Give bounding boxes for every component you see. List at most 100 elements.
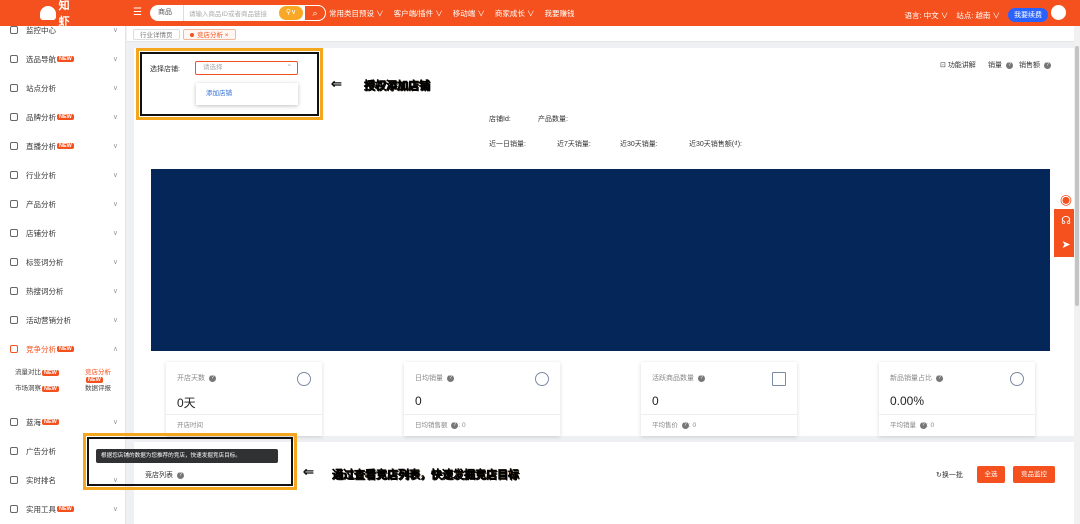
stat-card: 日均销量 ? 0 日均销售额 ?: 0 (404, 362, 560, 436)
stat-card: 新品销量占比 ? 0.00% 平均销量 ?: 0 (879, 362, 1035, 436)
tool-feature-guide[interactable]: ⊡ 功能讲解 (940, 60, 976, 70)
chevron-down-icon: ∨ (112, 230, 118, 237)
sidebar-subitem[interactable]: 市场洞察 NEW (15, 382, 59, 392)
metric-30day-revenue: 近30天销售额(₫): (689, 141, 742, 148)
top-nav: 常用类目预设 ∨ 客户端/插件 ∨ 移动端 ∨ 商家成长 ∨ 我要赚钱 (329, 8, 574, 19)
site-select[interactable]: 站点: 越南 ∨ (956, 10, 1000, 21)
stat-sub: 平均售价 ?: 0 (652, 421, 697, 429)
chevron-down-icon: ∨ (112, 114, 118, 121)
top-nav-item[interactable]: 商家成长 ∨ (495, 8, 535, 19)
sidebar-item[interactable]: 竞争分析 NEW ∧ (0, 339, 125, 359)
tool-revenue[interactable]: 销售额 ? (1019, 60, 1051, 70)
sidebar-item-label: 产品分析 (26, 199, 56, 209)
tab-label: 竞店分析 (197, 32, 223, 39)
sidebar-item-icon (10, 476, 18, 484)
search-scope-select[interactable]: 商品 (150, 5, 184, 21)
sidebar-item[interactable]: 实用工具 NEW ∨ (0, 499, 125, 519)
sidebar-subitem[interactable]: 数据评报 (85, 382, 111, 392)
help-icon[interactable]: ? (446, 374, 454, 382)
tab-competitor-analysis[interactable]: 竞店分析 × (183, 29, 236, 40)
sidebar-item[interactable]: 店铺分析 ∨ (0, 223, 125, 243)
language-select[interactable]: 语言: 中文 ∨ (904, 10, 948, 21)
sidebar-item[interactable]: 产品分析 ∨ (0, 194, 125, 214)
refresh-batch-button[interactable]: ↻换一批 (936, 470, 963, 480)
sidebar-item-icon (10, 345, 18, 353)
competitor-list-title: 竞店列表 ? (145, 470, 184, 480)
store-select-label: 选择店铺: (150, 66, 180, 73)
sidebar-item-icon (10, 287, 18, 295)
sidebar-subitem-label: 竞店分析 (85, 369, 111, 376)
dropdown-option-add-store[interactable]: 添加店铺 (196, 83, 298, 105)
help-icon[interactable]: ? (681, 421, 689, 429)
help-icon[interactable]: ? (208, 374, 216, 382)
top-bar: 知虾 ☰ 商品 请输入商品ID或者商品链接 ⚲∨ ⌕ 常用类目预设 ∨ 客户端/插… (0, 0, 1080, 28)
sidebar-item-label: 热搜词分析 (26, 286, 64, 296)
help-icon[interactable]: ? (451, 421, 459, 429)
sidebar-item[interactable]: 监控中心 ∨ (0, 26, 125, 40)
new-badge: NEW (57, 56, 74, 62)
search-button[interactable]: ⌕ (304, 5, 326, 21)
stat-title: 日均销量 ? (415, 373, 454, 383)
right-nav: 语言: 中文 ∨ 站点: 越南 ∨ 我要续费 (904, 8, 1048, 22)
sidebar-item[interactable]: 选品导航 NEW ∨ (0, 49, 125, 69)
scrollbar-thumb[interactable] (1075, 46, 1079, 306)
image-search-icon[interactable]: ⚲∨ (279, 6, 303, 20)
sidebar-item[interactable]: 蓝海 NEW ∨ (0, 412, 125, 432)
sidebar-item-label: 广告分析 (26, 446, 56, 456)
select-all-button[interactable]: 全选 (977, 466, 1005, 483)
help-icon[interactable]: ? (176, 471, 184, 479)
chevron-down-icon: ∨ (112, 143, 118, 150)
tab-industry-detail[interactable]: 行业详情页 (133, 29, 180, 40)
top-nav-item[interactable]: 客户端/插件 ∨ (394, 8, 443, 19)
help-icon: ? (1043, 61, 1051, 69)
new-badge: NEW (57, 143, 74, 149)
top-nav-item[interactable]: 移动端 ∨ (453, 8, 485, 19)
help-icon[interactable]: ? (697, 374, 705, 382)
sidebar-item[interactable]: 直播分析 NEW ∨ (0, 136, 125, 156)
top-nav-item[interactable]: 常用类目预设 ∨ (329, 8, 384, 19)
metric-1day-sales: 近一日销量: (489, 141, 526, 148)
menu-icon[interactable]: ☰ (133, 7, 142, 18)
sidebar-subitem[interactable]: 流量对比 NEW (15, 366, 59, 376)
new-badge: NEW (57, 506, 74, 512)
sidebar-item[interactable]: 活动营销分析 ∨ (0, 310, 125, 330)
pie-icon (1010, 372, 1024, 386)
sidebar-subitem-label: 市场洞察 (15, 385, 41, 392)
tool-feature-guide-label: 功能讲解 (947, 62, 976, 69)
tool-revenue-label: 销售额 (1019, 62, 1040, 69)
stat-sub: 开店时间 (177, 422, 203, 429)
search-input[interactable]: 请输入商品ID或者商品链接 (184, 8, 279, 18)
stat-card: 活跃商品数量 ? 0 平均售价 ?: 0 (641, 362, 797, 436)
sidebar-item[interactable]: 标签词分析 ∨ (0, 252, 125, 272)
app-logo[interactable]: 知虾 (40, 0, 80, 28)
sidebar-subitem-label: 数据评报 (85, 385, 111, 392)
sidebar-item[interactable]: 品牌分析 NEW ∨ (0, 107, 125, 127)
scrollbar[interactable] (1074, 26, 1080, 524)
new-badge: NEW (42, 419, 59, 425)
search-bar: 商品 请输入商品ID或者商品链接 ⚲∨ ⌕ (150, 5, 326, 21)
sidebar-subitem[interactable]: 竞店分析NEW (85, 366, 125, 383)
store-select[interactable]: 请选择 ⌃ (195, 61, 298, 75)
arrow-left-icon: ⇐ (303, 464, 314, 479)
sidebar-item-icon (10, 200, 18, 208)
help-icon[interactable]: ? (919, 421, 927, 429)
help-icon: ? (1005, 61, 1013, 69)
sidebar-item-icon (10, 171, 18, 179)
tool-sales[interactable]: 销量 ? (988, 60, 1013, 70)
chart-area (151, 169, 1050, 351)
renew-button[interactable]: 我要续费 (1008, 8, 1048, 22)
help-icon[interactable]: ? (935, 374, 943, 382)
top-nav-item[interactable]: 我要赚钱 (544, 8, 574, 19)
sidebar-item-label: 实时排名 (26, 475, 56, 485)
avatar[interactable] (1051, 5, 1066, 20)
sidebar-item[interactable]: 行业分析 ∨ (0, 165, 125, 185)
stat-sub: 平均销量 ?: 0 (890, 421, 935, 429)
stat-value: 0.00% (890, 394, 925, 408)
competitor-monitor-button[interactable]: 竞品监控 (1013, 466, 1055, 483)
sidebar-item[interactable]: 站点分析 ∨ (0, 78, 125, 98)
sidebar-item[interactable]: 热搜词分析 ∨ (0, 281, 125, 301)
product-count-label: 产品数量: (538, 116, 568, 123)
stat-value: 0 (415, 394, 422, 408)
stat-value: 0 (652, 394, 659, 408)
sidebar-item-icon (10, 26, 18, 34)
